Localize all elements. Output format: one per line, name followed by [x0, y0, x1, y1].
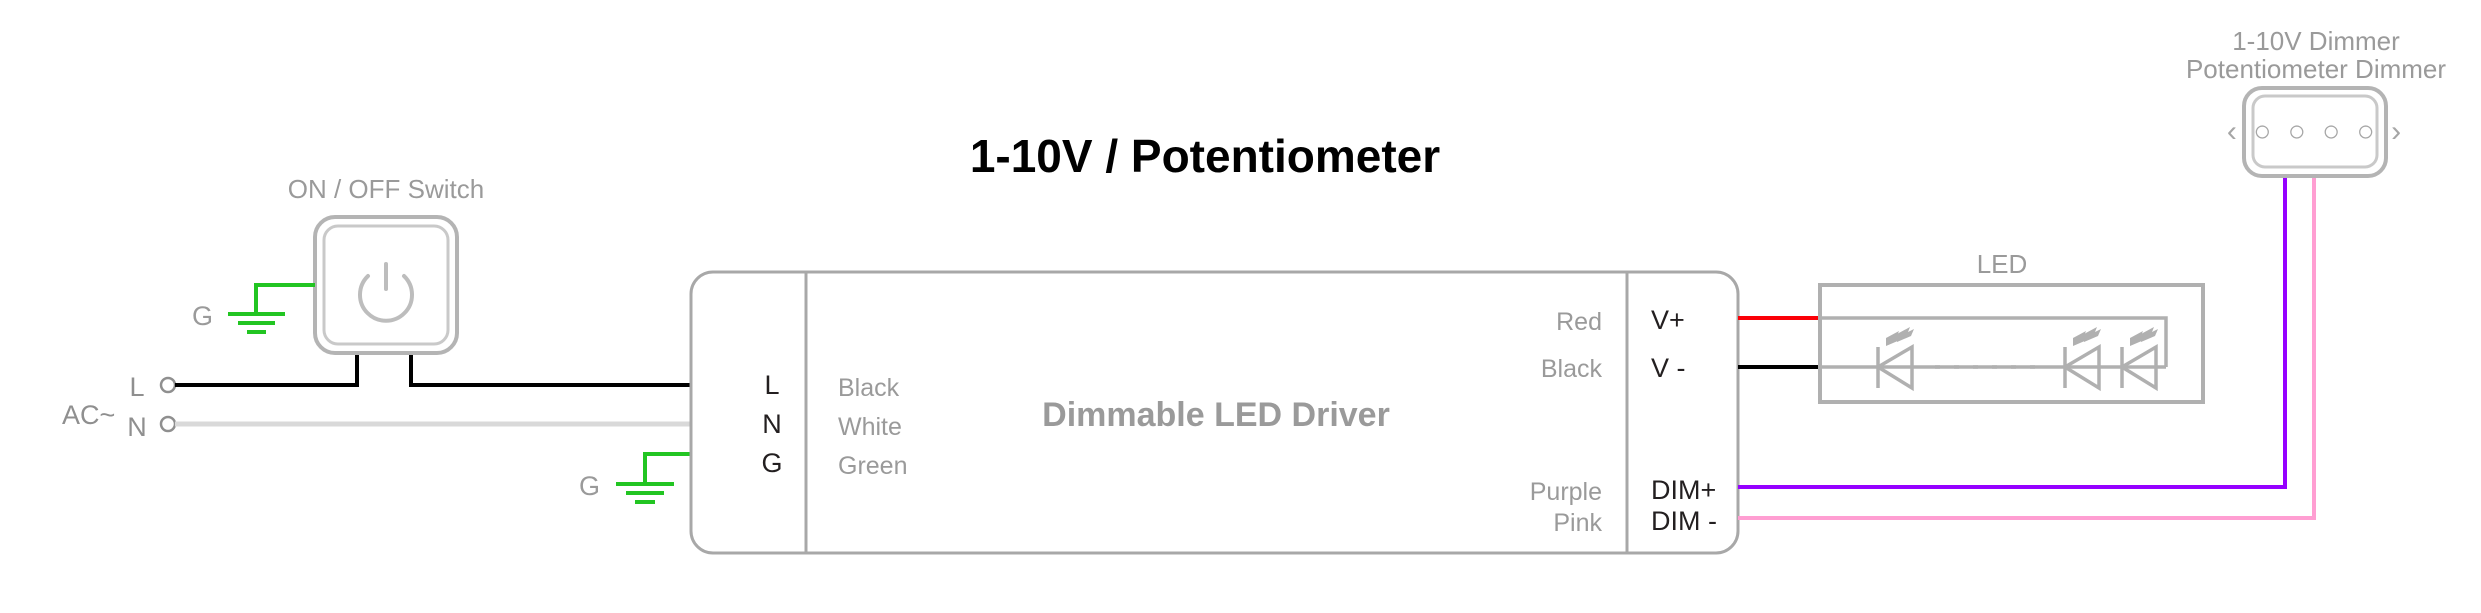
led-module: LED	[1818, 249, 2205, 404]
driver-label: Dimmable LED Driver	[1042, 396, 1390, 434]
driver-terminal-dimminus: DIM -	[1651, 506, 1717, 536]
on-off-switch[interactable]: ON / OFF Switch	[288, 174, 484, 355]
wiring-diagram-svg: 1-10V / Potentiometer AC~ L N G ON / OFF…	[62, 26, 2446, 555]
driver-input-color-white: White	[838, 413, 902, 441]
ac-terminal-l-label: L	[129, 372, 144, 402]
driver-ground-label: G	[579, 471, 600, 501]
driver-input-color-black: Black	[838, 374, 900, 402]
driver-terminal-vplus: V+	[1651, 305, 1685, 335]
driver-terminal-vminus: V -	[1651, 353, 1686, 383]
on-off-switch-label: ON / OFF Switch	[288, 174, 484, 204]
dimmer-device[interactable]: 1-10V Dimmer Potentiometer Dimmer ‹ ○ ○ …	[2186, 26, 2446, 178]
driver-terminal-g: G	[761, 448, 782, 478]
wire-ground-driver	[643, 452, 691, 484]
driver-terminal-n: N	[762, 409, 782, 439]
wiring-diagram-canvas: 1-10V / Potentiometer AC~ L N G ON / OFF…	[0, 0, 2481, 613]
driver-terminal-l: L	[764, 370, 779, 400]
dimmer-label-line1: 1-10V Dimmer	[2232, 26, 2400, 56]
wire-ground-switch	[254, 283, 315, 314]
driver-output-color-pink: Pink	[1553, 509, 1602, 537]
dimmable-led-driver: Dimmable LED Driver L N G Black White Gr…	[689, 270, 1740, 555]
driver-terminal-dimplus: DIM+	[1651, 475, 1716, 505]
ac-source-group: AC~ L N	[62, 372, 177, 442]
driver-output-color-red: Red	[1556, 308, 1602, 336]
switch-ground-symbol	[228, 312, 285, 334]
ac-terminal-n-dot	[159, 415, 177, 433]
driver-output-color-purple: Purple	[1530, 478, 1602, 506]
ac-source-label: AC~	[62, 400, 115, 430]
driver-input-color-green: Green	[838, 452, 907, 480]
led-label: LED	[1977, 249, 2028, 279]
dimmer-slider-icon[interactable]: ‹ ○ ○ ○ ○ ›	[2227, 115, 2405, 148]
driver-output-color-black: Black	[1541, 355, 1603, 383]
dimmer-label-line2: Potentiometer Dimmer	[2186, 54, 2446, 84]
ac-terminal-n-label: N	[127, 412, 147, 442]
diagram-title: 1-10V / Potentiometer	[970, 130, 1440, 182]
ac-terminal-l-dot	[159, 376, 177, 394]
switch-ground-label: G	[192, 301, 213, 331]
driver-ground-symbol	[616, 482, 674, 504]
